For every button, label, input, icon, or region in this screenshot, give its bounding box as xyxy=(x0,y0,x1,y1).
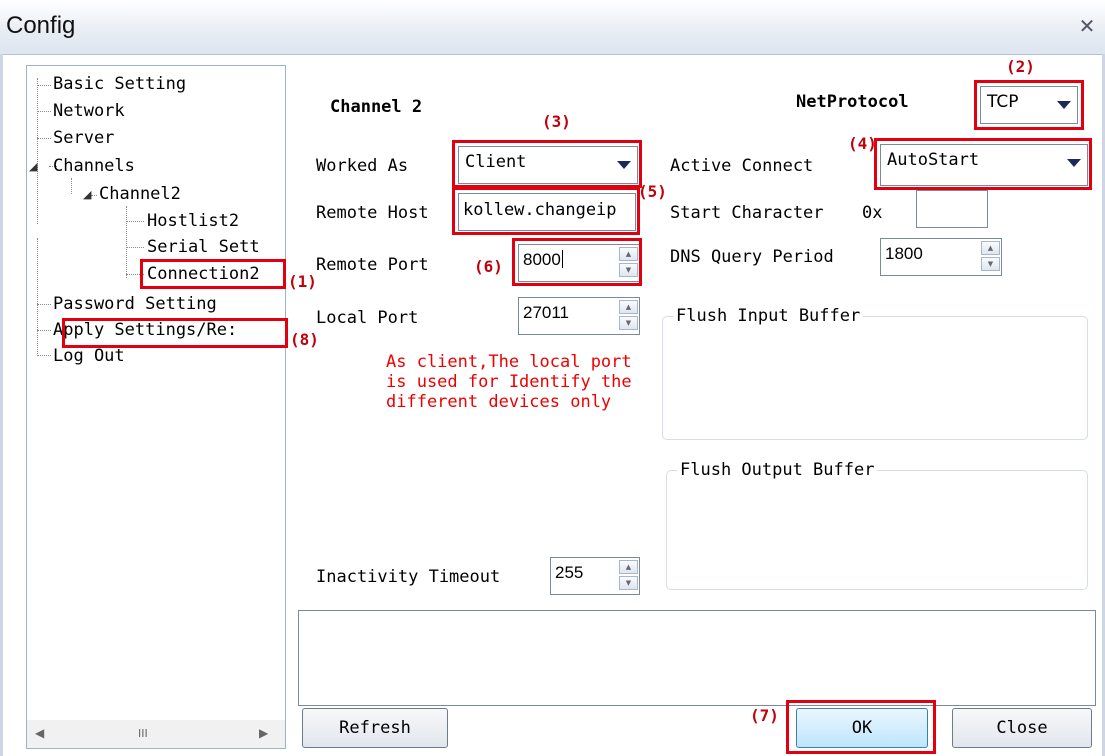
flush-input-buffer-label: Flush Input Buffer xyxy=(673,306,864,326)
flush-input-buffer-group: Flush Input Buffer xyxy=(662,306,1088,440)
flush-output-buffer-group: Flush Output Buffer xyxy=(666,460,1088,590)
tree-item-hostlist2[interactable]: Hostlist2 xyxy=(147,211,239,231)
annotation-marker-8: (8) xyxy=(290,330,319,349)
local-port-label: Local Port xyxy=(316,308,419,328)
annotation-box-5 xyxy=(452,187,640,235)
annotation-box-2 xyxy=(974,80,1084,130)
start-character-input[interactable] xyxy=(916,190,988,228)
net-protocol-label: NetProtocol xyxy=(796,92,909,112)
annotation-marker-3: (3) xyxy=(542,112,571,131)
annotation-box-3 xyxy=(452,140,642,188)
annotation-marker-5: (5) xyxy=(638,182,667,201)
window-left-border xyxy=(0,54,3,756)
annotation-box-7 xyxy=(786,700,936,754)
tree-horizontal-scrollbar[interactable]: ◀ III ▶ xyxy=(26,720,286,749)
inactivity-timeout-label: Inactivity Timeout xyxy=(316,567,501,587)
tree-item-serial-settings[interactable]: Serial Sett xyxy=(147,237,260,257)
annotation-box-1 xyxy=(140,259,286,289)
annotation-marker-1: (1) xyxy=(288,272,317,291)
spin-up-icon[interactable]: ▲ xyxy=(981,241,1000,255)
active-connect-label: Active Connect xyxy=(670,156,814,176)
inactivity-timeout-spinner[interactable]: 255 ▲ ▼ xyxy=(550,557,640,595)
start-character-prefix: 0x xyxy=(862,203,883,223)
local-port-note: As client,The local port is used for Ide… xyxy=(386,352,632,412)
tree-item-channel2[interactable]: Channel2 xyxy=(99,184,181,204)
tree-item-password-setting[interactable]: Password Setting xyxy=(53,294,217,314)
annotation-marker-4: (4) xyxy=(848,134,877,153)
close-icon[interactable]: ✕ xyxy=(1075,14,1099,38)
annotation-box-8 xyxy=(62,318,288,348)
window-title: Config xyxy=(6,12,76,39)
annotation-marker-7: (7) xyxy=(750,706,779,725)
title-bar xyxy=(0,0,1105,55)
refresh-button[interactable]: Refresh xyxy=(302,708,448,748)
start-character-label: Start Character xyxy=(670,203,824,223)
tree-expand-icon[interactable]: ◢ xyxy=(83,188,91,201)
annotation-marker-6: (6) xyxy=(474,257,503,276)
dns-query-period-spinner[interactable]: 1800 ▲ ▼ xyxy=(880,238,1002,276)
annotation-box-6 xyxy=(512,238,642,286)
spin-down-icon[interactable]: ▼ xyxy=(619,576,638,590)
spin-down-icon[interactable]: ▼ xyxy=(981,257,1000,271)
scroll-right-icon[interactable]: ▶ xyxy=(259,726,268,740)
local-port-spinner[interactable]: 27011 ▲ ▼ xyxy=(518,297,640,335)
flush-output-buffer-label: Flush Output Buffer xyxy=(677,460,878,480)
inactivity-timeout-value: 255 xyxy=(555,563,584,582)
scroll-left-icon[interactable]: ◀ xyxy=(35,726,44,740)
tree-expand-icon[interactable]: ◢ xyxy=(29,160,37,173)
tree-item-basic-setting[interactable]: Basic Setting xyxy=(53,74,186,94)
spin-down-icon[interactable]: ▼ xyxy=(619,316,638,330)
scroll-grip[interactable]: III xyxy=(138,727,148,740)
dns-query-period-label: DNS Query Period xyxy=(670,247,834,267)
status-message-box xyxy=(298,610,1096,706)
navigation-tree: ◢ ◢ Basic Setting Network Server Channel… xyxy=(26,65,286,722)
spin-up-icon[interactable]: ▲ xyxy=(619,560,638,574)
channel-title: Channel 2 xyxy=(330,97,423,117)
dns-query-period-value: 1800 xyxy=(885,244,923,263)
annotation-box-4 xyxy=(874,138,1092,190)
tree-item-server[interactable]: Server xyxy=(53,128,114,148)
tree-item-network[interactable]: Network xyxy=(53,101,125,121)
spin-up-icon[interactable]: ▲ xyxy=(619,300,638,314)
remote-host-label: Remote Host xyxy=(316,203,429,223)
local-port-value: 27011 xyxy=(523,303,570,322)
tree-item-log-out[interactable]: Log Out xyxy=(53,346,125,366)
tree-item-channels[interactable]: Channels xyxy=(53,156,135,176)
close-button[interactable]: Close xyxy=(952,708,1092,748)
worked-as-label: Worked As xyxy=(316,156,409,176)
remote-port-label: Remote Port xyxy=(316,255,429,275)
annotation-marker-2: (2) xyxy=(1006,57,1035,76)
